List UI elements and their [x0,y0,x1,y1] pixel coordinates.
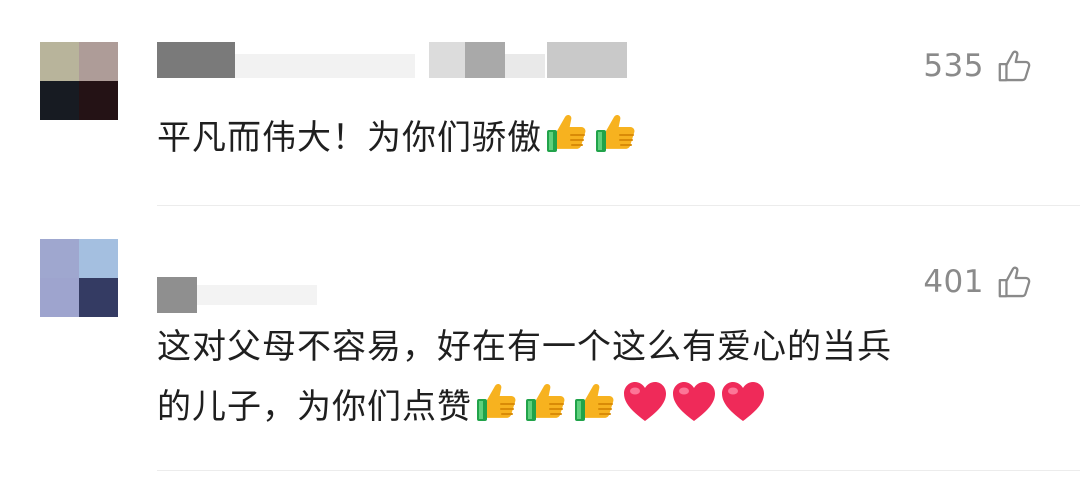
divider [157,205,1080,206]
like-button[interactable]: 535 [923,47,1034,85]
thumb-up-outline-icon [996,47,1034,85]
like-count: 401 [923,264,984,300]
comment-item: 401 这对父母不容易，好在有一个这么有爱心的当兵 的儿子，为你们点赞 [0,207,1080,473]
avatar[interactable] [40,42,118,120]
thumb-up-outline-icon [996,263,1034,301]
comment-text-line: 这对父母不容易，好在有一个这么有爱心的当兵 [157,327,892,367]
heart-emoji-icon [622,380,668,424]
comment-text-line: 平凡而伟大！为你们骄傲 [157,118,542,158]
comment-text: 这对父母不容易，好在有一个这么有爱心的当兵 的儿子，为你们点赞 [157,317,1040,437]
thumbs-up-emoji-icon [545,111,591,155]
username-redacted[interactable] [157,42,627,78]
username-redacted[interactable] [157,277,357,313]
heart-emoji-icon [720,380,766,424]
comment-text-line: 的儿子，为你们点赞 [157,387,472,427]
avatar[interactable] [40,239,118,317]
like-count: 535 [923,48,984,84]
thumbs-up-emoji-icon [594,111,640,155]
thumbs-up-emoji-icon [475,380,521,424]
like-button[interactable]: 401 [923,263,1034,301]
heart-emoji-icon [671,380,717,424]
thumbs-up-emoji-icon [524,380,570,424]
thumbs-up-emoji-icon [573,380,619,424]
divider [157,470,1080,471]
comment-item: 535 平凡而伟大！为你们骄傲 [0,0,1080,206]
comment-text: 平凡而伟大！为你们骄傲 [157,108,1040,168]
